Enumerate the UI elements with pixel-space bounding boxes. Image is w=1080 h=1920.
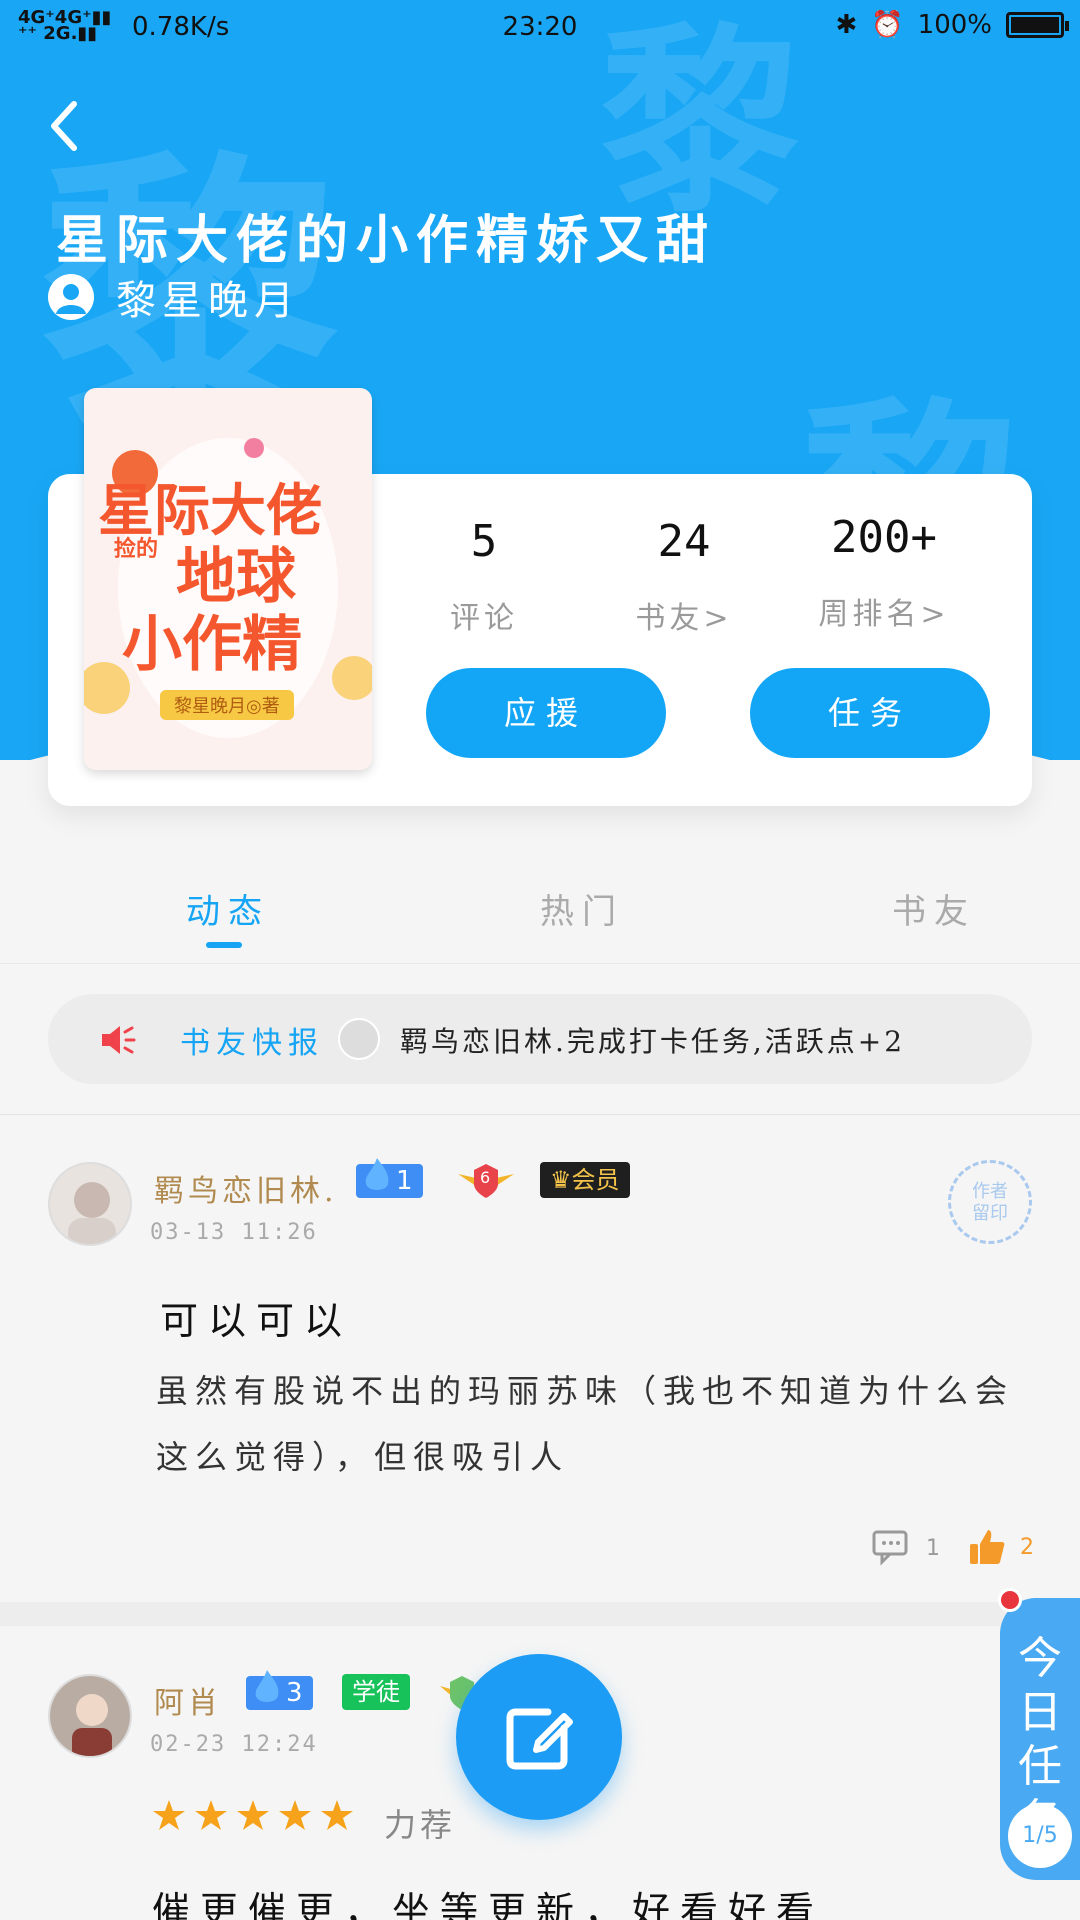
stat-readers[interactable]: 24 书友> [584,516,784,637]
news-text: 羁鸟恋旧林.完成打卡任务,活跃点+2 [400,1025,906,1058]
rank-badge: 6 [456,1160,516,1200]
task-button[interactable]: 任务 [750,668,990,758]
cover-title-line3: 小作精 [122,610,302,680]
news-label: 书友快报 [180,1026,324,1061]
level-value: 1 [396,1166,413,1196]
stat-value: 5 [470,516,498,567]
reader-news-bar[interactable]: 书友快报 羁鸟恋旧林.完成打卡任务,活跃点+2 [48,994,1032,1084]
status-right: ✱ ⏰ 100% [835,10,1069,40]
rating-text: 力荐 [384,1806,457,1844]
role-badge: 学徒 [342,1674,410,1710]
status-bar: 4G⁺4G⁺▮▮ ⁺⁺ 2G.▮▮ 0.78K/s 23:20 ✱ ⏰ 100% [0,0,1080,52]
divider [0,1114,1080,1115]
comment-icon [872,1530,908,1566]
user-icon [48,274,94,320]
author-name: 黎星晚月 [116,278,300,324]
avatar [338,1018,380,1060]
post-body: 虽然有股说不出的玛丽苏味（我也不知道为什么会这么觉得），但很吸引人 [156,1372,1015,1476]
notification-dot [998,1588,1022,1612]
today-task-tab[interactable]: 今日任务 1/5 [998,1588,1080,1880]
stat-comments[interactable]: 5 评论 [384,516,584,637]
book-cover[interactable]: 星际大佬 捡的 地球 小作精 黎星晚月◎著 [84,388,372,770]
stat-weekly-rank[interactable]: 200+ 周排名> [784,512,984,633]
star-icon [237,1800,269,1830]
speaker-icon [102,1026,136,1054]
like-action[interactable]: 2 [968,1528,1034,1566]
post-body: 催更催更，坐等更新，好看好看 [152,1889,825,1920]
star-icon [195,1800,227,1830]
flame-icon [255,1670,279,1702]
alarm-icon: ⏰ [871,10,904,40]
like-count: 2 [1020,1534,1034,1560]
battery-percent: 100% [917,10,992,40]
rank-value: 6 [480,1168,491,1187]
level-badge: 1 [356,1158,423,1198]
comment-count: 1 [926,1535,940,1561]
avatar[interactable] [48,1162,132,1246]
tab-bar: 动态 热门 书友 [0,864,1080,964]
stat-value: 24 [657,516,711,567]
tab-popular[interactable]: 热门 [540,884,624,933]
post-time: 02-23 12:24 [150,1732,318,1757]
write-post-button[interactable] [456,1654,622,1820]
task-progress: 1/5 [1008,1804,1072,1868]
star-rating [152,1798,354,1832]
cover-title-small: 捡的 [114,537,159,562]
comment-action[interactable]: 1 [872,1530,940,1566]
tab-activity[interactable]: 动态 [186,884,270,933]
edit-icon [506,1708,573,1770]
member-label: 会员 [571,1166,620,1194]
author-link[interactable]: 黎星晚月 [48,268,300,326]
stat-label: 书友> [635,601,733,636]
chevron-left-icon [51,101,77,151]
stamp-text: 作者 留印 [972,1181,1008,1224]
star-icon [153,1800,185,1830]
book-title: 星际大佬的小作精娇又甜 [56,210,717,271]
flame-icon [365,1158,389,1190]
thumbs-up-icon [970,1530,1005,1564]
back-button[interactable] [44,96,84,156]
level-value: 3 [286,1678,303,1708]
battery-icon [1006,12,1069,38]
member-badge: ♛会员 [540,1162,630,1198]
stat-label: 周排名> [818,597,950,632]
tab-readers[interactable]: 书友 [892,884,976,933]
user-name[interactable]: 羁鸟恋旧林. [154,1166,338,1210]
avatar[interactable] [48,1674,132,1758]
level-badge: 3 [246,1670,313,1710]
support-button[interactable]: 应援 [426,668,666,758]
user-name[interactable]: 阿肖 [154,1678,222,1722]
post-time: 03-13 11:26 [150,1220,318,1245]
stat-value: 200+ [831,512,937,563]
cover-author-badge: 黎星晚月◎著 [160,690,294,720]
star-icon [279,1800,311,1830]
stat-label: 评论 [450,601,518,636]
author-stamp: 作者 留印 [948,1160,1032,1244]
section-divider [0,1602,1080,1626]
crown-icon: ♛ [550,1166,572,1194]
post-headline: 可以可以 [160,1299,353,1343]
bluetooth-icon: ✱ [835,10,858,40]
star-icon [321,1800,353,1830]
tab-indicator [206,942,242,948]
